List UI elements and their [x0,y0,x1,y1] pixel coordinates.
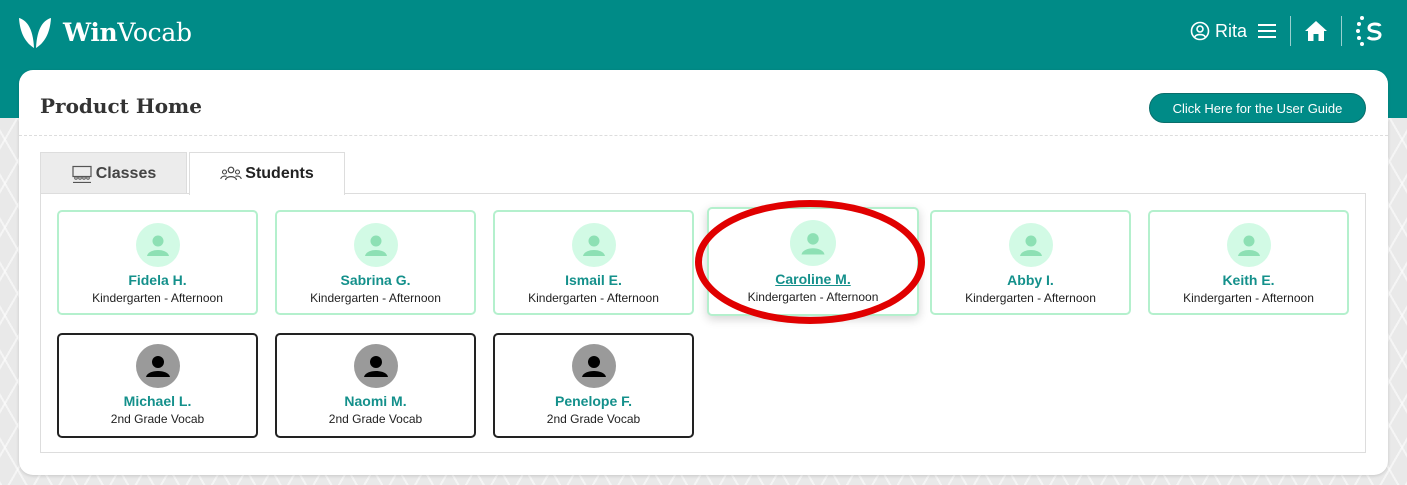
sylvan-s-icon[interactable] [1355,14,1385,48]
tab-classes-label: Classes [95,164,157,182]
user-name: Rita [1214,20,1247,41]
student-name: Naomi M. [344,393,407,409]
winvocab-logo[interactable]: WinVocab [17,14,192,50]
product-home-panel: Product Home Click Here for the User Gui… [19,70,1388,475]
student-card[interactable]: Penelope F. 2nd Grade Vocab [493,333,694,438]
student-class: Kindergarten - Afternoon [528,291,659,305]
brand-name: WinVocab [63,17,192,47]
student-name: Penelope F. [554,393,633,409]
header-actions: Rita [1190,14,1385,48]
student-avatar-icon [135,223,180,267]
page-title: Product Home [40,94,202,118]
student-class: Kindergarten - Afternoon [92,291,223,305]
student-grid: Fidela H. Kindergarten - Afternoon Sabri… [40,193,1366,453]
student-card[interactable]: Abby I. Kindergarten - Afternoon [930,210,1131,315]
student-card[interactable]: Sabrina G. Kindergarten - Afternoon [275,210,476,315]
user-circle-icon [1190,21,1210,41]
header-separator [19,135,1388,136]
student-class: Kindergarten - Afternoon [1183,291,1314,305]
student-avatar-icon [571,223,616,267]
home-icon[interactable] [1304,19,1328,43]
tab-classes[interactable]: Classes [40,152,187,194]
student-name: Michael L. [123,393,192,409]
hamburger-menu-icon[interactable] [1257,21,1277,41]
student-class: Kindergarten - Afternoon [310,291,441,305]
classroom-icon [72,165,92,183]
student-card[interactable]: Michael L. 2nd Grade Vocab [57,333,258,438]
student-name: Abby I. [1007,272,1054,288]
student-avatar-icon [790,220,836,266]
student-class: Kindergarten - Afternoon [965,291,1096,305]
header-divider [1290,16,1291,46]
users-icon [220,166,243,181]
student-card-hovered[interactable]: Caroline M. Kindergarten - Afternoon [707,207,919,316]
student-name: Keith E. [1222,272,1275,288]
leaf-logo-icon [19,18,51,48]
student-avatar-icon [1008,223,1053,267]
student-name: Ismail E. [565,272,622,288]
student-name: Caroline M. [775,271,851,287]
student-avatar-icon [135,344,180,388]
student-name: Sabrina G. [340,272,411,288]
tab-students-label: Students [245,165,314,182]
user-menu-button[interactable]: Rita [1190,21,1257,42]
student-card[interactable]: Keith E. Kindergarten - Afternoon [1148,210,1349,315]
student-card[interactable]: Fidela H. Kindergarten - Afternoon [57,210,258,315]
student-name: Fidela H. [128,272,187,288]
student-class: Kindergarten - Afternoon [747,290,879,304]
user-guide-button[interactable]: Click Here for the User Guide [1149,93,1366,123]
tab-students[interactable]: Students [189,152,345,195]
student-avatar-icon [1226,223,1271,267]
student-card[interactable]: Ismail E. Kindergarten - Afternoon [493,210,694,315]
student-class: 2nd Grade Vocab [110,412,205,426]
student-avatar-icon [353,344,398,388]
student-card[interactable]: Naomi M. 2nd Grade Vocab [275,333,476,438]
student-avatar-icon [571,344,616,388]
header-divider [1341,16,1342,46]
student-class: 2nd Grade Vocab [328,412,423,426]
student-avatar-icon [353,223,398,267]
student-class: 2nd Grade Vocab [546,412,641,426]
